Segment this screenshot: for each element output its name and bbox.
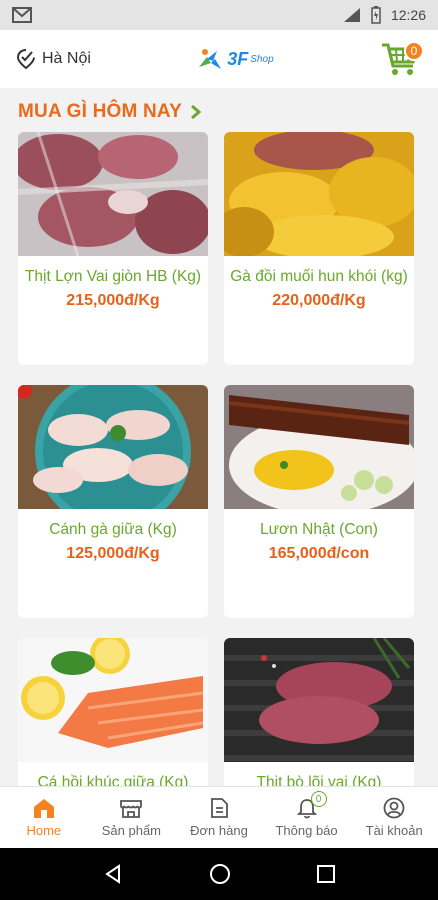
signal-icon	[343, 8, 360, 22]
home-icon	[33, 799, 54, 818]
product-image-beef	[224, 638, 414, 762]
app-header: Hà Nội 3F Shop 0	[0, 30, 438, 88]
notification-count-badge: 0	[310, 791, 327, 807]
product-image-chicken-wings	[18, 385, 208, 509]
product-name: Lươn Nhật (Con)	[260, 521, 378, 538]
tab-notifications[interactable]: 0 Thông báo	[263, 787, 351, 848]
product-price: 165,000đ/con	[268, 545, 370, 562]
logo-subtext: Shop	[250, 53, 274, 65]
product-image-salmon	[18, 638, 208, 762]
location-pin-icon	[16, 49, 35, 70]
status-bar: 12:26	[0, 0, 438, 30]
tab-products[interactable]: Sản phẩm	[88, 787, 176, 848]
product-card[interactable]: Thịt Lợn Vai giòn HB (Kg) 215,000đ/Kg	[18, 132, 208, 365]
tab-label: Home	[26, 823, 62, 838]
product-card[interactable]: Cánh gà giữa (Kg) 125,000đ/Kg	[18, 385, 208, 618]
product-name: Cánh gà giữa (Kg)	[49, 521, 177, 538]
battery-icon	[371, 6, 381, 24]
chevron-right-icon	[190, 104, 202, 120]
recents-icon[interactable]	[316, 864, 336, 884]
product-price: 215,000đ/Kg	[66, 292, 160, 309]
home-circle-icon[interactable]	[209, 863, 231, 885]
product-name: Cá hồi khúc giữa (Kg)	[37, 774, 189, 786]
tab-account[interactable]: Tài khoản	[350, 787, 438, 848]
product-card[interactable]: Thịt bò lõi vai (Kg)	[224, 638, 414, 786]
app-logo[interactable]: 3F Shop	[197, 47, 274, 71]
tab-label: Thông báo	[275, 823, 338, 838]
location-selector[interactable]: Hà Nội	[16, 48, 91, 70]
section-header[interactable]: MUA GÌ HÔM NAY	[18, 88, 438, 132]
product-image-pork	[18, 132, 208, 256]
system-nav-bar	[0, 848, 438, 900]
status-time: 12:26	[390, 7, 426, 23]
back-icon[interactable]	[102, 863, 124, 885]
tab-label: Đơn hàng	[190, 823, 248, 838]
product-price: 220,000đ/Kg	[272, 292, 366, 309]
bottom-tab-bar: Home Sản phẩm Đơn hàng 0 Thông báo Tài k…	[0, 786, 438, 848]
tab-label: Sản phẩm	[101, 823, 162, 838]
product-card[interactable]: Gà đồi muối hun khói (kg) 220,000đ/Kg	[224, 132, 414, 365]
cart-button[interactable]: 0	[380, 39, 424, 79]
document-icon	[211, 798, 228, 818]
location-label: Hà Nội	[42, 50, 91, 67]
product-name: Thịt bò lõi vai (Kg)	[256, 774, 382, 786]
product-image-eel	[224, 385, 414, 509]
store-icon	[120, 800, 143, 818]
product-image-smoked-chicken	[224, 132, 414, 256]
product-price: 125,000đ/Kg	[66, 545, 160, 562]
product-grid: Thịt Lợn Vai giòn HB (Kg) 215,000đ/Kg Gà…	[18, 132, 438, 786]
home-content[interactable]: MUA GÌ HÔM NAY Thịt Lợn Vai giòn HB (Kg)…	[0, 88, 438, 786]
cart-count-badge: 0	[404, 41, 424, 61]
tab-orders[interactable]: Đơn hàng	[175, 787, 263, 848]
product-card[interactable]: Lươn Nhật (Con) 165,000đ/con	[224, 385, 414, 618]
section-title: MUA GÌ HÔM NAY	[18, 101, 182, 122]
tab-label: Tài khoản	[365, 823, 423, 838]
product-name: Thịt Lợn Vai giòn HB (Kg)	[24, 268, 202, 285]
account-icon	[383, 797, 405, 819]
logo-mark-icon	[199, 49, 222, 69]
product-card[interactable]: Cá hồi khúc giữa (Kg)	[18, 638, 208, 786]
tab-home[interactable]: Home	[0, 787, 88, 848]
gmail-icon	[12, 7, 32, 23]
logo-text: 3F	[227, 48, 249, 69]
product-name: Gà đồi muối hun khói (kg)	[230, 268, 408, 285]
